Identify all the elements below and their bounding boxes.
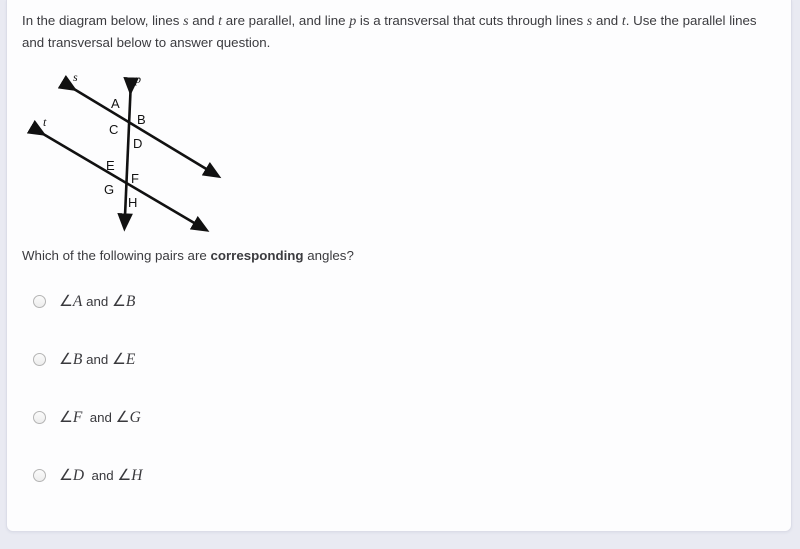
label-line-p: p [134,72,141,86]
question-card: In the diagram below, lines s and t are … [6,0,792,532]
angle-symbol-2c: ∠ [115,409,130,426]
angle-symbol-1b: ∠ [59,351,73,368]
conjunction-d: and [84,468,118,483]
label-line-t: t [43,115,47,129]
line-s [57,74,222,179]
radio-button-option-b[interactable] [33,353,46,366]
radio-button-option-a[interactable] [33,295,46,308]
label-angle-B: B [137,112,146,127]
label-angle-G: G [104,182,114,197]
angle-letter-1c: F [72,409,83,426]
prompt-text-2: and [188,13,219,28]
angle-symbol-2d: ∠ [117,467,132,484]
angle-symbol-1a: ∠ [59,293,73,310]
label-angle-F: F [131,171,139,186]
angle-symbol-2a: ∠ [111,293,126,310]
angle-letter-2a: B [125,293,136,310]
question-text-after: angles? [303,248,354,263]
line-t [26,119,210,232]
angle-symbol-2b: ∠ [111,351,126,368]
label-line-s: s [73,70,78,84]
question-text: Which of the following pairs are corresp… [22,248,354,263]
prompt-text-1: In the diagram below, lines [22,13,184,28]
angle-letter-1b: B [72,351,83,368]
label-angle-A: A [111,96,120,111]
parallel-lines-diagram: s t p A B C D E F G H [21,64,241,239]
angle-letter-2d: H [131,467,143,484]
answer-option-a-label: ∠A and ∠B [59,292,135,311]
prompt-paragraph: In the diagram below, lines s and t are … [22,10,767,53]
prompt-text-4: is a transversal that cuts through lines [356,13,587,28]
answer-option-c-label: ∠F and ∠G [59,408,141,427]
answer-option-b-label: ∠B and ∠E [59,350,135,369]
conjunction-b: and [82,352,112,367]
answer-option-b[interactable]: ∠B and ∠E [33,350,433,408]
angle-letter-2b: E [125,351,136,368]
prompt-text-5: and [592,13,622,28]
question-text-before: Which of the following pairs are [22,248,211,263]
radio-button-option-c[interactable] [33,411,46,424]
conjunction-a: and [82,294,112,309]
answer-option-d[interactable]: ∠D and ∠H [33,466,433,524]
angle-symbol-1d: ∠ [59,467,73,484]
label-angle-E: E [106,158,115,173]
angle-letter-1d: D [72,467,85,484]
question-emphasis: corresponding [210,248,304,263]
answer-option-c[interactable]: ∠F and ∠G [33,408,433,466]
conjunction-c: and [82,410,116,425]
label-angle-D: D [133,136,142,151]
label-angle-C: C [109,122,118,137]
angle-letter-2c: G [129,409,141,426]
angle-letter-1a: A [72,293,83,310]
radio-button-option-d[interactable] [33,469,46,482]
label-angle-H: H [128,195,137,210]
answer-option-a[interactable]: ∠A and ∠B [33,292,433,350]
angle-symbol-1c: ∠ [59,409,73,426]
prompt-text-3: are parallel, and line [222,13,350,28]
answer-options-list: ∠A and ∠B ∠B and ∠E ∠F and ∠G ∠D and ∠H [33,292,433,524]
answer-option-d-label: ∠D and ∠H [59,466,143,485]
